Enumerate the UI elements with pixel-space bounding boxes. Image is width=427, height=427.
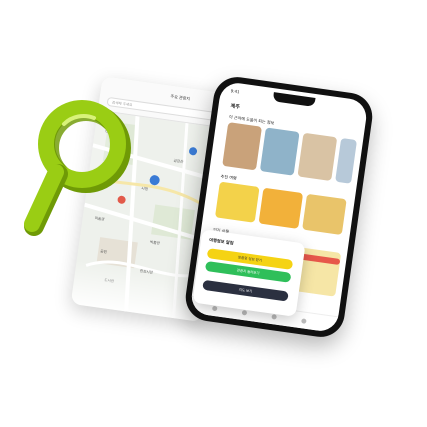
magnifier-icon bbox=[24, 100, 131, 236]
photo-thumbnail[interactable] bbox=[259, 127, 300, 176]
photo-thumbnail[interactable] bbox=[335, 137, 358, 184]
character-card[interactable] bbox=[302, 193, 347, 236]
popup-title: 여행정보 알림 bbox=[208, 237, 234, 246]
character-card[interactable] bbox=[258, 187, 304, 229]
photo-thumbnail[interactable] bbox=[222, 122, 262, 171]
status-time: 9:41 bbox=[230, 88, 240, 95]
search-icon[interactable] bbox=[271, 314, 277, 320]
profile-icon[interactable] bbox=[301, 318, 307, 324]
promo-illustration: 주요 관광지 검색해 주세요 센트럴파크 시청 금강산 미술관 박물관 공원 한… bbox=[0, 0, 427, 427]
character-card[interactable] bbox=[214, 181, 260, 223]
app-title: 제주 bbox=[230, 103, 241, 111]
popup-button-map[interactable]: 지도 보기 bbox=[202, 279, 289, 302]
section-title: 추천 여행 bbox=[220, 173, 237, 181]
map-icon[interactable] bbox=[241, 309, 248, 316]
phone-notch bbox=[272, 92, 316, 107]
home-icon[interactable] bbox=[211, 305, 218, 312]
photo-thumbnail[interactable] bbox=[297, 132, 338, 182]
popup-panel: 여행정보 알림 맞춤형 정보 받기 관광지 둘러보기 지도 보기 bbox=[192, 229, 306, 317]
